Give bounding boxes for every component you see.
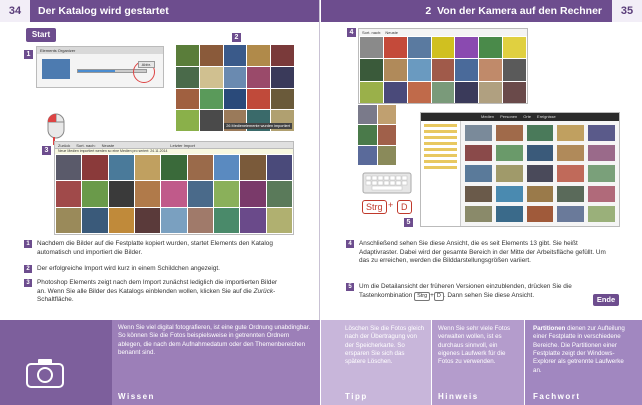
organizer-screenshot: Zurück Sort. nach: Neuste Letzter Import…: [54, 141, 294, 235]
tab-personen[interactable]: Personen: [500, 113, 517, 121]
step-4: 4 Anschließend sehen Sie diese Ansicht, …: [346, 240, 616, 266]
zurueck-term: Zurück: [253, 287, 274, 295]
adaptive-sort-label: Sort. nach:: [362, 30, 382, 35]
plus-sign: +: [388, 200, 394, 210]
left-page-title: Der Katalog wird gestartet: [38, 5, 169, 17]
fachwort-box: Partitionen dienen zur Aufteilung einer …: [525, 320, 642, 405]
folder-tree: [421, 121, 461, 226]
d-key: D: [397, 200, 412, 214]
tipp-label: Tipp: [345, 392, 368, 401]
step-5-text: Um die Detailansicht der früheren Versio…: [359, 283, 601, 302]
step-2-text: Der erfolgreiche Import wird kurz in ein…: [37, 265, 220, 272]
badge-5: 5: [404, 218, 413, 227]
wissen-text: Wenn Sie viel digital fotografieren, ist…: [118, 324, 311, 357]
step-5: 5 Um die Detailansicht der früheren Vers…: [346, 283, 601, 302]
inline-key-d: D: [433, 291, 444, 302]
hinweis-text: Wenn Sie sehr viele Fotos verwalten woll…: [438, 325, 511, 366]
left-header: 34 Der Katalog wird gestartet: [0, 0, 319, 22]
step-3-number: 3: [24, 279, 32, 287]
wissen-label: Wissen: [118, 392, 155, 401]
keyboard-icon: [362, 172, 412, 194]
chapter-number: 2: [425, 5, 432, 17]
wissen-box: Wenn Sie viel digital fotografieren, ist…: [0, 320, 320, 405]
step-1-number: 1: [24, 240, 32, 248]
import-dialog-screenshot: Elements Organizer Abbr.: [36, 46, 164, 88]
right-header: 2 Von der Kamera auf den Rechner 35: [321, 0, 642, 22]
adaptive-grid-screenshot: Sort. nach: Neuste: [358, 28, 528, 104]
step-3-text: Photoshop Elements zeigt nach dem Import…: [37, 279, 278, 304]
badge-4: 4: [347, 28, 356, 37]
back-button[interactable]: Zurück: [58, 142, 70, 148]
step-1: 1 Nachdem die Bilder auf die Festplatte …: [24, 240, 286, 257]
tab-medien[interactable]: Medien: [481, 113, 494, 121]
left-photo-strip: [358, 105, 396, 165]
right-page-title: 2 Von der Kamera auf den Rechner: [425, 5, 602, 17]
step-2: 2 Der erfolgreiche Import wird kurz in e…: [24, 265, 286, 274]
tipp-box: Löschen Sie die Fotos gleich nach der Üb…: [321, 320, 431, 405]
import-dialog-title: Elements Organizer: [37, 47, 163, 54]
fachwort-label: Fachwort: [533, 392, 581, 401]
badge-2: 2: [232, 33, 241, 42]
step-5-number: 5: [346, 283, 354, 291]
thumbnail-grid: [465, 125, 615, 222]
step-2-number: 2: [24, 265, 32, 273]
imported-photos-screenshot: 26 Medienelemente wurden importiert: [176, 45, 294, 131]
page-number-left: 34: [0, 0, 30, 22]
start-label: Start: [26, 28, 56, 42]
hinweis-label: Hinweis: [438, 392, 479, 401]
detail-view-tabs: Medien Personen Orte Ereignisse: [421, 113, 619, 121]
ende-label: Ende: [593, 294, 619, 306]
organizer-view-title: Letzter Import: [170, 143, 195, 148]
fachwort-term: Partitionen: [533, 325, 566, 332]
detail-view-screenshot: Medien Personen Orte Ereignisse: [420, 112, 620, 227]
step-3: 3 Photoshop Elements zeigt nach dem Impo…: [24, 279, 286, 305]
tipp-text: Löschen Sie die Fotos gleich nach der Üb…: [345, 325, 425, 366]
step-4-number: 4: [346, 240, 354, 248]
fachwort-text: Partitionen dienen zur Aufteilung einer …: [533, 325, 625, 374]
dialog-thumbnail: [42, 59, 70, 79]
hinweis-box: Wenn Sie sehr viele Fotos verwalten woll…: [432, 320, 524, 405]
tab-orte[interactable]: Orte: [523, 113, 531, 121]
tab-ereignisse[interactable]: Ereignisse: [537, 113, 556, 121]
page-number-right: 35: [612, 0, 642, 22]
cancel-button[interactable]: Abbr.: [137, 61, 155, 68]
step-1-text: Nachdem die Bilder auf die Festplatte ko…: [37, 240, 273, 256]
adaptive-sort-select[interactable]: Neuste: [385, 29, 398, 36]
import-notice: 26 Medienelemente wurden importiert: [224, 123, 292, 129]
badge-1: 1: [24, 50, 33, 59]
sort-label: Sort. nach:: [76, 143, 96, 148]
sort-select[interactable]: Neuste: [102, 142, 115, 148]
step-4-text: Anschließend sehen Sie diese Ansicht, di…: [359, 240, 606, 265]
badge-3: 3: [42, 146, 51, 155]
inline-key-strg: Strg: [414, 291, 431, 302]
mouse-icon: [46, 112, 66, 140]
camera-icon: [26, 358, 64, 393]
strg-key: Strg: [362, 200, 387, 214]
